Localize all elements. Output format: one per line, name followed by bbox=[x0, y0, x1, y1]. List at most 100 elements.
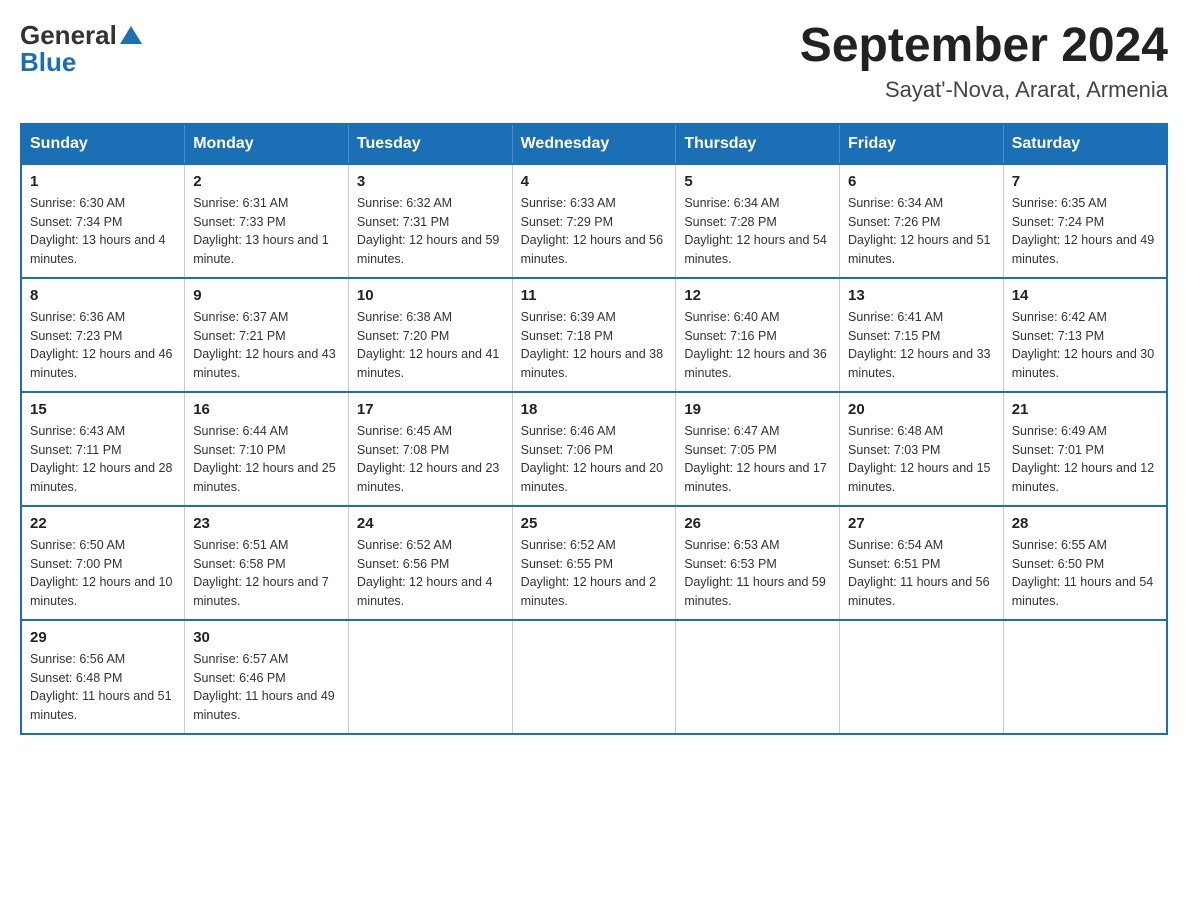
header-sunday: Sunday bbox=[21, 124, 185, 164]
logo-triangle-icon bbox=[120, 24, 142, 46]
day-info: Sunrise: 6:30 AM Sunset: 7:34 PM Dayligh… bbox=[30, 194, 176, 269]
day-info: Sunrise: 6:49 AM Sunset: 7:01 PM Dayligh… bbox=[1012, 422, 1158, 497]
day-info: Sunrise: 6:53 AM Sunset: 6:53 PM Dayligh… bbox=[684, 536, 831, 611]
day-info: Sunrise: 6:39 AM Sunset: 7:18 PM Dayligh… bbox=[521, 308, 668, 383]
calendar-cell-w2-d7: 14 Sunrise: 6:42 AM Sunset: 7:13 PM Dayl… bbox=[1003, 278, 1167, 392]
header-thursday: Thursday bbox=[676, 124, 840, 164]
calendar-cell-w1-d6: 6 Sunrise: 6:34 AM Sunset: 7:26 PM Dayli… bbox=[840, 164, 1004, 278]
week-row-3: 15 Sunrise: 6:43 AM Sunset: 7:11 PM Dayl… bbox=[21, 392, 1167, 506]
day-number: 6 bbox=[848, 173, 995, 190]
calendar-cell-w4-d5: 26 Sunrise: 6:53 AM Sunset: 6:53 PM Dayl… bbox=[676, 506, 840, 620]
header-friday: Friday bbox=[840, 124, 1004, 164]
day-info: Sunrise: 6:33 AM Sunset: 7:29 PM Dayligh… bbox=[521, 194, 668, 269]
day-info: Sunrise: 6:36 AM Sunset: 7:23 PM Dayligh… bbox=[30, 308, 176, 383]
day-number: 26 bbox=[684, 515, 831, 532]
day-info: Sunrise: 6:45 AM Sunset: 7:08 PM Dayligh… bbox=[357, 422, 504, 497]
day-number: 11 bbox=[521, 287, 668, 304]
day-info: Sunrise: 6:56 AM Sunset: 6:48 PM Dayligh… bbox=[30, 650, 176, 725]
calendar-cell-w3-d7: 21 Sunrise: 6:49 AM Sunset: 7:01 PM Dayl… bbox=[1003, 392, 1167, 506]
day-number: 5 bbox=[684, 173, 831, 190]
calendar-cell-w5-d3 bbox=[348, 620, 512, 734]
calendar-cell-w4-d1: 22 Sunrise: 6:50 AM Sunset: 7:00 PM Dayl… bbox=[21, 506, 185, 620]
title-section: September 2024 Sayat'-Nova, Ararat, Arme… bbox=[800, 20, 1168, 103]
header-monday: Monday bbox=[185, 124, 349, 164]
calendar-cell-w1-d5: 5 Sunrise: 6:34 AM Sunset: 7:28 PM Dayli… bbox=[676, 164, 840, 278]
day-number: 13 bbox=[848, 287, 995, 304]
calendar-cell-w5-d6 bbox=[840, 620, 1004, 734]
calendar-cell-w4-d7: 28 Sunrise: 6:55 AM Sunset: 6:50 PM Dayl… bbox=[1003, 506, 1167, 620]
day-info: Sunrise: 6:52 AM Sunset: 6:56 PM Dayligh… bbox=[357, 536, 504, 611]
calendar-cell-w2-d2: 9 Sunrise: 6:37 AM Sunset: 7:21 PM Dayli… bbox=[185, 278, 349, 392]
day-number: 1 bbox=[30, 173, 176, 190]
day-number: 19 bbox=[684, 401, 831, 418]
header-tuesday: Tuesday bbox=[348, 124, 512, 164]
calendar-cell-w1-d7: 7 Sunrise: 6:35 AM Sunset: 7:24 PM Dayli… bbox=[1003, 164, 1167, 278]
calendar-cell-w2-d6: 13 Sunrise: 6:41 AM Sunset: 7:15 PM Dayl… bbox=[840, 278, 1004, 392]
header-wednesday: Wednesday bbox=[512, 124, 676, 164]
day-number: 28 bbox=[1012, 515, 1158, 532]
day-number: 24 bbox=[357, 515, 504, 532]
calendar-cell-w4-d3: 24 Sunrise: 6:52 AM Sunset: 6:56 PM Dayl… bbox=[348, 506, 512, 620]
calendar-cell-w3-d6: 20 Sunrise: 6:48 AM Sunset: 7:03 PM Dayl… bbox=[840, 392, 1004, 506]
calendar-cell-w5-d7 bbox=[1003, 620, 1167, 734]
day-info: Sunrise: 6:35 AM Sunset: 7:24 PM Dayligh… bbox=[1012, 194, 1158, 269]
week-row-5: 29 Sunrise: 6:56 AM Sunset: 6:48 PM Dayl… bbox=[21, 620, 1167, 734]
calendar-cell-w5-d4 bbox=[512, 620, 676, 734]
day-info: Sunrise: 6:43 AM Sunset: 7:11 PM Dayligh… bbox=[30, 422, 176, 497]
header-row: Sunday Monday Tuesday Wednesday Thursday… bbox=[21, 124, 1167, 164]
calendar-cell-w2-d5: 12 Sunrise: 6:40 AM Sunset: 7:16 PM Dayl… bbox=[676, 278, 840, 392]
logo-blue: Blue bbox=[20, 47, 142, 78]
day-info: Sunrise: 6:38 AM Sunset: 7:20 PM Dayligh… bbox=[357, 308, 504, 383]
calendar-cell-w4-d6: 27 Sunrise: 6:54 AM Sunset: 6:51 PM Dayl… bbox=[840, 506, 1004, 620]
day-info: Sunrise: 6:55 AM Sunset: 6:50 PM Dayligh… bbox=[1012, 536, 1158, 611]
calendar-cell-w2-d1: 8 Sunrise: 6:36 AM Sunset: 7:23 PM Dayli… bbox=[21, 278, 185, 392]
day-info: Sunrise: 6:50 AM Sunset: 7:00 PM Dayligh… bbox=[30, 536, 176, 611]
day-info: Sunrise: 6:48 AM Sunset: 7:03 PM Dayligh… bbox=[848, 422, 995, 497]
calendar-cell-w2-d3: 10 Sunrise: 6:38 AM Sunset: 7:20 PM Dayl… bbox=[348, 278, 512, 392]
week-row-1: 1 Sunrise: 6:30 AM Sunset: 7:34 PM Dayli… bbox=[21, 164, 1167, 278]
day-number: 10 bbox=[357, 287, 504, 304]
day-info: Sunrise: 6:34 AM Sunset: 7:26 PM Dayligh… bbox=[848, 194, 995, 269]
calendar-header: Sunday Monday Tuesday Wednesday Thursday… bbox=[21, 124, 1167, 164]
day-number: 8 bbox=[30, 287, 176, 304]
calendar-cell-w3-d3: 17 Sunrise: 6:45 AM Sunset: 7:08 PM Dayl… bbox=[348, 392, 512, 506]
day-number: 23 bbox=[193, 515, 340, 532]
day-number: 29 bbox=[30, 629, 176, 646]
calendar-cell-w3-d5: 19 Sunrise: 6:47 AM Sunset: 7:05 PM Dayl… bbox=[676, 392, 840, 506]
calendar-cell-w5-d2: 30 Sunrise: 6:57 AM Sunset: 6:46 PM Dayl… bbox=[185, 620, 349, 734]
day-number: 9 bbox=[193, 287, 340, 304]
week-row-4: 22 Sunrise: 6:50 AM Sunset: 7:00 PM Dayl… bbox=[21, 506, 1167, 620]
day-number: 2 bbox=[193, 173, 340, 190]
day-info: Sunrise: 6:40 AM Sunset: 7:16 PM Dayligh… bbox=[684, 308, 831, 383]
day-info: Sunrise: 6:46 AM Sunset: 7:06 PM Dayligh… bbox=[521, 422, 668, 497]
calendar-cell-w3-d4: 18 Sunrise: 6:46 AM Sunset: 7:06 PM Dayl… bbox=[512, 392, 676, 506]
day-info: Sunrise: 6:37 AM Sunset: 7:21 PM Dayligh… bbox=[193, 308, 340, 383]
day-info: Sunrise: 6:41 AM Sunset: 7:15 PM Dayligh… bbox=[848, 308, 995, 383]
logo: General Blue bbox=[20, 20, 142, 78]
calendar-cell-w3-d2: 16 Sunrise: 6:44 AM Sunset: 7:10 PM Dayl… bbox=[185, 392, 349, 506]
day-info: Sunrise: 6:34 AM Sunset: 7:28 PM Dayligh… bbox=[684, 194, 831, 269]
day-info: Sunrise: 6:31 AM Sunset: 7:33 PM Dayligh… bbox=[193, 194, 340, 269]
day-number: 14 bbox=[1012, 287, 1158, 304]
calendar-cell-w1-d1: 1 Sunrise: 6:30 AM Sunset: 7:34 PM Dayli… bbox=[21, 164, 185, 278]
calendar-table: Sunday Monday Tuesday Wednesday Thursday… bbox=[20, 123, 1168, 735]
calendar-cell-w3-d1: 15 Sunrise: 6:43 AM Sunset: 7:11 PM Dayl… bbox=[21, 392, 185, 506]
day-info: Sunrise: 6:47 AM Sunset: 7:05 PM Dayligh… bbox=[684, 422, 831, 497]
day-number: 21 bbox=[1012, 401, 1158, 418]
calendar-cell-w1-d3: 3 Sunrise: 6:32 AM Sunset: 7:31 PM Dayli… bbox=[348, 164, 512, 278]
week-row-2: 8 Sunrise: 6:36 AM Sunset: 7:23 PM Dayli… bbox=[21, 278, 1167, 392]
day-number: 3 bbox=[357, 173, 504, 190]
day-info: Sunrise: 6:57 AM Sunset: 6:46 PM Dayligh… bbox=[193, 650, 340, 725]
header-saturday: Saturday bbox=[1003, 124, 1167, 164]
day-info: Sunrise: 6:42 AM Sunset: 7:13 PM Dayligh… bbox=[1012, 308, 1158, 383]
day-number: 12 bbox=[684, 287, 831, 304]
day-number: 27 bbox=[848, 515, 995, 532]
day-info: Sunrise: 6:44 AM Sunset: 7:10 PM Dayligh… bbox=[193, 422, 340, 497]
day-number: 22 bbox=[30, 515, 176, 532]
day-info: Sunrise: 6:54 AM Sunset: 6:51 PM Dayligh… bbox=[848, 536, 995, 611]
calendar-cell-w4-d4: 25 Sunrise: 6:52 AM Sunset: 6:55 PM Dayl… bbox=[512, 506, 676, 620]
calendar-cell-w5-d5 bbox=[676, 620, 840, 734]
day-info: Sunrise: 6:51 AM Sunset: 6:58 PM Dayligh… bbox=[193, 536, 340, 611]
month-title: September 2024 bbox=[800, 20, 1168, 73]
day-number: 20 bbox=[848, 401, 995, 418]
